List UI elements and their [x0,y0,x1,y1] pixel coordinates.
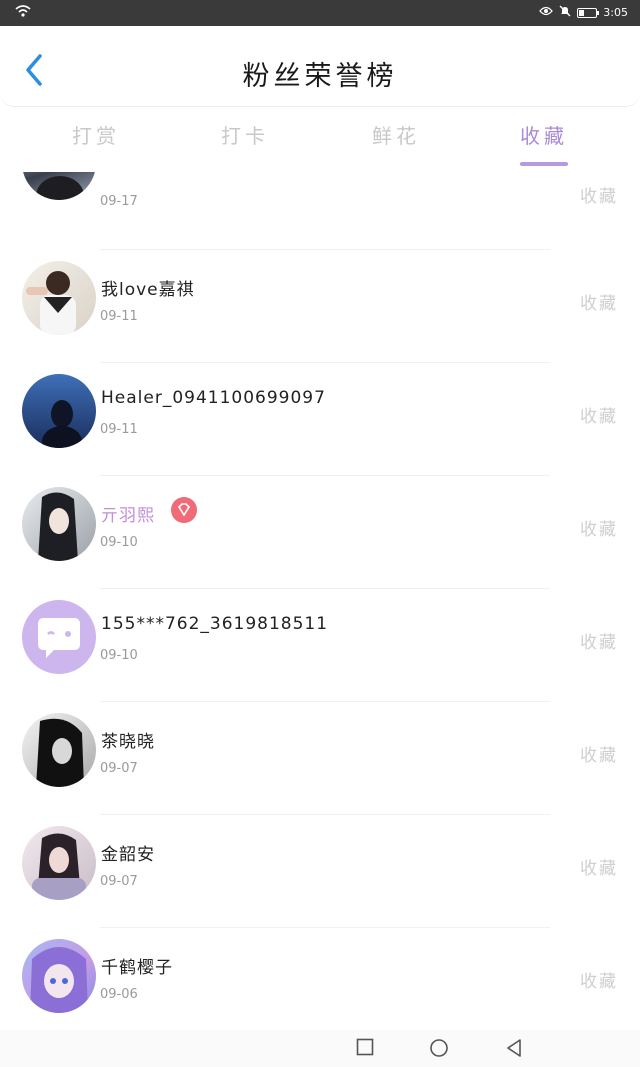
favorite-label[interactable]: 收藏 [580,402,618,427]
avatar[interactable] [22,172,96,200]
list-item-name: 我love嘉祺 [101,280,195,300]
avatar[interactable] [22,713,96,787]
system-nav-bar [0,1030,640,1067]
triangle-back-icon[interactable] [505,1038,523,1062]
list-item-name: 金韶安 [101,845,155,865]
tab-flowers[interactable]: 鲜花 [336,120,456,149]
favorite-label[interactable]: 收藏 [580,854,618,879]
favorite-label[interactable]: 收藏 [580,182,618,207]
tab-reward[interactable]: 打赏 [36,120,156,149]
avatar[interactable] [22,487,96,561]
divider [100,701,550,702]
favorite-label[interactable]: 收藏 [580,967,618,992]
list-item-date: 09-10 [100,535,138,550]
circle-icon[interactable] [429,1038,449,1062]
list-item-date: 09-11 [100,422,138,437]
status-bar: 3:05 [0,0,640,26]
list-item-name: 亓羽熙 [101,506,155,526]
battery-icon [577,7,600,18]
list-item-date: 09-07 [100,761,138,776]
list-item-date: 09-10 [100,648,138,663]
list-item[interactable]: Healer_0941100699097 09-11 收藏 [0,362,640,475]
avatar[interactable] [22,939,96,1013]
divider [100,362,550,363]
status-right: 3:05 [539,5,628,20]
list-item[interactable]: 茶晓晓 09-07 收藏 [0,701,640,814]
list-item-name: Healer_0941100699097 [101,388,326,408]
list-item-date: 09-17 [100,194,138,209]
mute-bell-icon [559,5,571,20]
header: 粉丝荣誉榜 [0,26,640,107]
tab-checkin[interactable]: 打卡 [185,120,305,149]
list-item-name: 155***762_3619818511 [101,614,329,634]
list-item-date: 09-07 [100,874,138,889]
favorite-label[interactable]: 收藏 [580,628,618,653]
eye-icon [539,6,554,19]
tab-favorites[interactable]: 收藏 [484,120,604,149]
page-title: 粉丝荣誉榜 [242,61,398,92]
list-item-date: 09-06 [100,987,138,1002]
favorite-label[interactable]: 收藏 [580,289,618,314]
divider [100,588,550,589]
divider [100,475,550,476]
divider [100,814,550,815]
list-item-name: 千鹤樱子 [101,958,173,978]
divider [100,927,550,928]
avatar[interactable] [22,826,96,900]
wifi-icon [15,5,31,20]
tab-bar: 打赏 打卡 鲜花 收藏 [0,108,640,168]
list-item[interactable]: 千鹤樱子 09-06 收藏 [0,927,640,1030]
list-item-name: 茶晓晓 [101,732,155,752]
list-item[interactable]: 155***762_3619818511 09-10 收藏 [0,588,640,701]
clock-time: 3:05 [603,6,628,19]
favorite-label[interactable]: 收藏 [580,515,618,540]
default-chat-avatar-icon [38,618,80,658]
fan-list[interactable]: 09-17 收藏 我love嘉祺 09-11 收藏 Healer_0941100… [0,172,640,1030]
avatar[interactable] [22,374,96,448]
tab-active-indicator [520,162,568,166]
square-icon[interactable] [356,1038,374,1060]
list-item[interactable]: 金韶安 09-07 收藏 [0,814,640,927]
diamond-badge-icon [171,497,197,523]
avatar[interactable] [22,600,96,674]
divider [100,249,550,250]
favorite-label[interactable]: 收藏 [580,741,618,766]
avatar[interactable] [22,261,96,335]
list-item[interactable]: 我love嘉祺 09-11 收藏 [0,249,640,362]
list-item[interactable]: 09-17 收藏 [0,172,640,219]
list-item[interactable]: 亓羽熙 09-10 收藏 [0,475,640,588]
list-item-date: 09-11 [100,309,138,324]
